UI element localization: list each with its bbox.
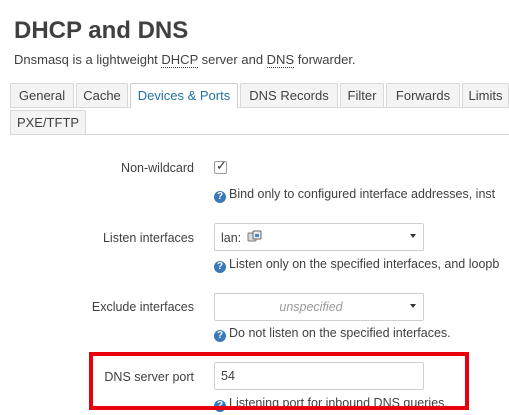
page-description: Dnsmasq is a lightweight DHCP server and… [14, 52, 356, 68]
tab-divider-2 [10, 134, 509, 135]
listen-interfaces-select[interactable]: lan: [214, 223, 424, 251]
listen-interfaces-help: ? Listen only on the specified interfaces… [214, 257, 499, 273]
exclude-interfaces-help: ? Do not listen on the specified interfac… [214, 326, 451, 342]
tab-forwards[interactable]: Forwards [386, 83, 460, 107]
dns-abbr: DNS [266, 52, 295, 68]
question-circle-icon: ? [214, 191, 226, 203]
question-circle-icon: ? [214, 330, 226, 342]
tab-divider [10, 107, 509, 108]
tab-pxe-tftp[interactable]: PXE/TFTP [10, 110, 86, 134]
network-interface-icon [247, 230, 262, 242]
exclude-interfaces-placeholder: unspecified [279, 300, 343, 314]
caret-down-icon [410, 304, 416, 308]
listen-interfaces-label: Listen interfaces [102, 231, 194, 245]
non-wildcard-help: ? Bind only to configured interface addre… [214, 187, 495, 203]
tab-dns-records[interactable]: DNS Records [240, 83, 338, 107]
tab-filter[interactable]: Filter [340, 83, 384, 107]
highlight-box [89, 352, 469, 410]
exclude-interfaces-label: Exclude interfaces [91, 300, 194, 314]
exclude-interfaces-select[interactable]: unspecified [214, 293, 424, 321]
tab-cache[interactable]: Cache [76, 83, 128, 107]
listen-interfaces-value: lan: [221, 231, 242, 245]
non-wildcard-label: Non-wildcard [121, 161, 194, 175]
page-title: DHCP and DNS [14, 17, 189, 44]
question-circle-icon: ? [214, 261, 226, 273]
dhcp-abbr: DHCP [161, 52, 199, 68]
tab-general[interactable]: General [10, 83, 74, 107]
caret-down-icon [410, 234, 416, 238]
tab-limits[interactable]: Limits [462, 83, 509, 107]
non-wildcard-checkbox[interactable]: ✓ [214, 158, 227, 174]
tab-devices-ports[interactable]: Devices & Ports [130, 83, 238, 108]
checkmark-icon: ✓ [216, 158, 227, 173]
